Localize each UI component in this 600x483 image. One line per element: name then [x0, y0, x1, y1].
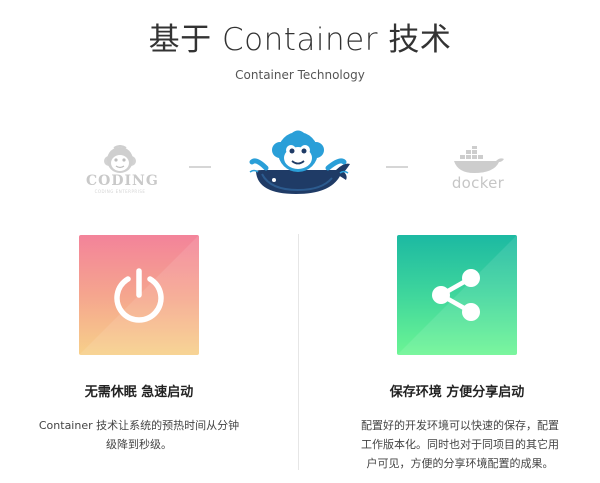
share-icon — [432, 269, 480, 321]
coding-wordmark: CODING — [86, 173, 159, 189]
page-title: 基于 Container 技术 — [148, 22, 452, 58]
monkey-riding-whale-icon — [249, 130, 350, 194]
instant-start-tile — [79, 235, 199, 355]
monkey-head-icon — [104, 145, 136, 173]
logo-connector-left — [189, 166, 211, 168]
description-line: 级降到秒级。 — [106, 438, 172, 451]
logo-connector-right — [386, 166, 408, 168]
description-line: 户可见，方便的分享环境配置的成果。 — [366, 457, 554, 470]
feature-description-instant-start: Container 技术让系统的预热时间从分钟 级降到秒级。 — [34, 416, 244, 454]
docker-whale-icon — [454, 146, 504, 173]
docker-wordmark: docker — [451, 174, 505, 192]
coding-tagline: CODING ENTERPRISE — [94, 189, 146, 194]
power-icon — [114, 268, 164, 323]
page-subtitle: Container Technology — [235, 68, 365, 82]
mascot-logo — [248, 128, 352, 198]
description-line: 配置好的开发环境可以快速的保存，配置 — [361, 419, 559, 432]
description-line: 工作版本化。同时也对于同项目的其它用 — [361, 438, 559, 451]
description-line: Container 技术让系统的预热时间从分钟 — [38, 419, 240, 432]
feature-description-save-share: 配置好的开发环境可以快速的保存，配置 工作版本化。同时也对于同项目的其它用 户可… — [349, 416, 571, 473]
column-divider — [298, 234, 299, 470]
docker-logo: docker — [446, 146, 510, 194]
feature-title-instant-start: 无需休眠 急速启动 — [84, 385, 194, 400]
feature-title-save-share: 保存环境 方便分享启动 — [389, 385, 525, 400]
save-share-tile — [397, 235, 517, 355]
coding-logo: CODING CODING ENTERPRISE — [86, 145, 159, 194]
